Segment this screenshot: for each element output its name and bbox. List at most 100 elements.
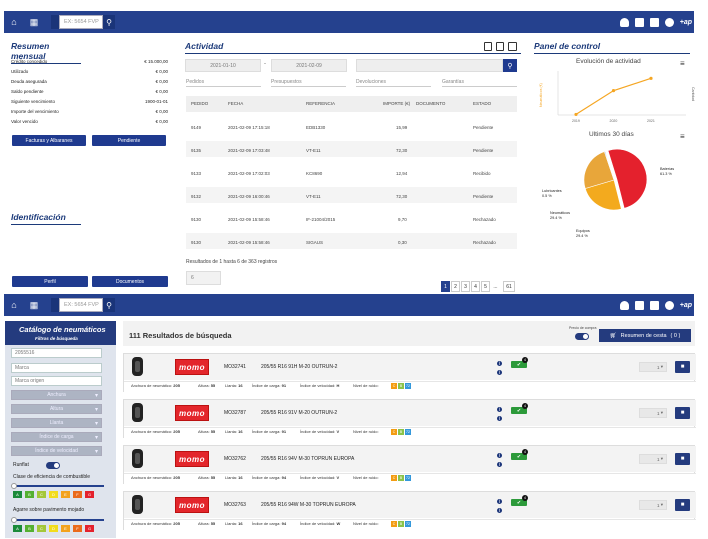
column-header[interactable]: REFERENCIA bbox=[306, 101, 335, 106]
quantity-select[interactable]: 1 ▾ bbox=[639, 454, 667, 464]
info-icon[interactable]: i bbox=[497, 361, 502, 367]
column-header[interactable]: FECHA bbox=[228, 101, 243, 106]
pdf-icon[interactable] bbox=[484, 42, 492, 51]
facturas-button[interactable]: Facturas y Albaranes bbox=[12, 135, 86, 146]
product-result-card[interactable]: momo MO32741 205/55 R16 91H M-20 OUTRUN-2 i… bbox=[123, 353, 696, 393]
column-header[interactable]: ESTADO bbox=[473, 101, 491, 106]
info-icon[interactable]: i bbox=[497, 407, 502, 413]
agarre-slider-track[interactable] bbox=[13, 519, 104, 521]
marca-origen-input[interactable]: Marca origen bbox=[11, 376, 102, 386]
product-result-card[interactable]: momo MO32787 205/55 R16 91V M-20 OUTRUN-2 i… bbox=[123, 399, 696, 439]
users-icon[interactable] bbox=[664, 300, 674, 310]
info-icon[interactable]: i bbox=[497, 453, 502, 459]
spec-value: 205 bbox=[173, 429, 180, 434]
tab-garantias[interactable]: Garantías bbox=[442, 79, 517, 87]
grade-c-checkbox[interactable]: C bbox=[37, 525, 46, 532]
grade-b-checkbox[interactable]: B bbox=[25, 491, 34, 498]
add-to-cart-button[interactable]: ■ bbox=[675, 361, 690, 373]
grade-b-checkbox[interactable]: B bbox=[25, 525, 34, 532]
grade-f-checkbox[interactable]: F bbox=[73, 491, 82, 498]
page-button[interactable]: 3 bbox=[461, 281, 470, 292]
column-header[interactable]: PEDIDO bbox=[191, 101, 208, 106]
clase-slider-track[interactable] bbox=[13, 485, 104, 487]
grade-d-checkbox[interactable]: D bbox=[49, 491, 58, 498]
cart-summary-button[interactable]: 🛒︎ Resumen de cesta ( 0 ) bbox=[599, 329, 691, 342]
price-toggle[interactable] bbox=[575, 333, 589, 340]
line-point[interactable] bbox=[611, 89, 616, 93]
quantity-select[interactable]: 1 ▾ bbox=[639, 408, 667, 418]
tab-presupuestos[interactable]: Presupuestos bbox=[271, 79, 346, 87]
indice-velocidad-select[interactable]: Índice de velocidad bbox=[11, 446, 102, 456]
grade-e-checkbox[interactable]: E bbox=[61, 491, 70, 498]
top-navbar: ⌂ ▦ EX: 5654 FVP ⚲ +ap bbox=[4, 11, 694, 33]
info-icon[interactable]: i bbox=[497, 416, 502, 422]
grade-d-checkbox[interactable]: D bbox=[49, 525, 58, 532]
grade-a-checkbox[interactable]: A bbox=[13, 491, 22, 498]
excel-icon[interactable] bbox=[496, 42, 504, 51]
grid-icon[interactable]: ▦ bbox=[27, 15, 41, 29]
perfil-button[interactable]: Perfil bbox=[12, 276, 88, 287]
grade-a-checkbox[interactable]: A bbox=[13, 525, 22, 532]
grade-c-checkbox[interactable]: C bbox=[37, 491, 46, 498]
line-point[interactable] bbox=[574, 112, 578, 117]
search-icon[interactable]: ⚲ bbox=[103, 15, 115, 29]
altura-select[interactable]: Altura bbox=[11, 404, 102, 414]
activity-search-input[interactable] bbox=[356, 59, 503, 72]
add-to-cart-button[interactable]: ■ bbox=[675, 407, 690, 419]
column-header[interactable]: DOCUMENTO bbox=[416, 101, 445, 106]
cart-icon[interactable] bbox=[634, 300, 644, 310]
search-icon[interactable]: ⚲ bbox=[103, 298, 115, 312]
product-result-card[interactable]: momo MO32762 205/55 R16 94V M-30 TOPRUN EU… bbox=[123, 445, 696, 485]
page-button[interactable]: 61 bbox=[503, 281, 515, 292]
page-button[interactable]: 2 bbox=[451, 281, 460, 292]
page-button[interactable]: 4 bbox=[471, 281, 480, 292]
grade-g-checkbox[interactable]: G bbox=[85, 525, 94, 532]
grade-e-checkbox[interactable]: E bbox=[61, 525, 70, 532]
home-icon[interactable]: ⌂ bbox=[7, 15, 21, 29]
menu-icon[interactable]: ≡ bbox=[680, 132, 685, 141]
line-point[interactable] bbox=[649, 76, 653, 80]
resumen-label: Importe del vencimiento bbox=[11, 109, 59, 114]
cart-icon[interactable] bbox=[634, 17, 644, 27]
plate-search-input[interactable]: EX: 5654 FVP bbox=[59, 15, 103, 29]
date-from-input[interactable]: 2021-01-10 bbox=[185, 59, 261, 72]
tab-pedidos[interactable]: Pedidos bbox=[186, 79, 261, 87]
grade-f-checkbox[interactable]: F bbox=[73, 525, 82, 532]
info-icon[interactable]: i bbox=[497, 370, 502, 376]
grid-icon[interactable]: ▦ bbox=[27, 298, 41, 312]
quantity-select[interactable]: 1 ▾ bbox=[639, 500, 667, 510]
quantity-select[interactable]: 1 ▾ bbox=[639, 362, 667, 372]
chat-icon[interactable] bbox=[649, 17, 659, 27]
user-icon[interactable] bbox=[619, 17, 629, 27]
info-icon[interactable]: i bbox=[497, 508, 502, 514]
activity-search-icon[interactable]: ⚲ bbox=[503, 59, 517, 72]
add-to-cart-button[interactable]: ■ bbox=[675, 453, 690, 465]
clase-slider-handle[interactable] bbox=[11, 483, 17, 489]
product-result-card[interactable]: momo MO32763 205/55 R16 94W M-30 TOPRUN EU… bbox=[123, 491, 696, 531]
indice-carga-select[interactable]: Índice de carga bbox=[11, 432, 102, 442]
home-icon[interactable]: ⌂ bbox=[7, 298, 21, 312]
print-icon[interactable] bbox=[508, 42, 517, 51]
chat-icon[interactable] bbox=[649, 300, 659, 310]
plate-search-input[interactable]: EX: 5654 FVP bbox=[59, 298, 103, 312]
page-button[interactable]: 1 bbox=[441, 281, 450, 292]
pendiente-button[interactable]: Pendiente bbox=[92, 135, 166, 146]
marca-input[interactable]: Marca bbox=[11, 363, 102, 373]
info-icon[interactable]: i bbox=[497, 462, 502, 468]
documentos-button[interactable]: Documentos bbox=[92, 276, 168, 287]
agarre-slider-handle[interactable] bbox=[11, 517, 17, 523]
info-icon[interactable]: i bbox=[497, 499, 502, 505]
users-icon[interactable] bbox=[664, 17, 674, 27]
measure-search-input[interactable]: 2055516 bbox=[11, 348, 102, 358]
user-icon[interactable] bbox=[619, 300, 629, 310]
anchura-select[interactable]: Anchura bbox=[11, 390, 102, 400]
llanta-select[interactable]: Llanta bbox=[11, 418, 102, 428]
page-size-select[interactable]: 6 bbox=[186, 271, 221, 285]
date-to-input[interactable]: 2021-02-09 bbox=[271, 59, 347, 72]
page-button[interactable]: 5 bbox=[481, 281, 490, 292]
tab-devoluciones[interactable]: Devoluciones bbox=[356, 79, 431, 87]
runflat-toggle[interactable] bbox=[46, 462, 60, 469]
column-header[interactable]: IMPORTE (€) bbox=[383, 101, 410, 106]
add-to-cart-button[interactable]: ■ bbox=[675, 499, 690, 511]
grade-g-checkbox[interactable]: G bbox=[85, 491, 94, 498]
